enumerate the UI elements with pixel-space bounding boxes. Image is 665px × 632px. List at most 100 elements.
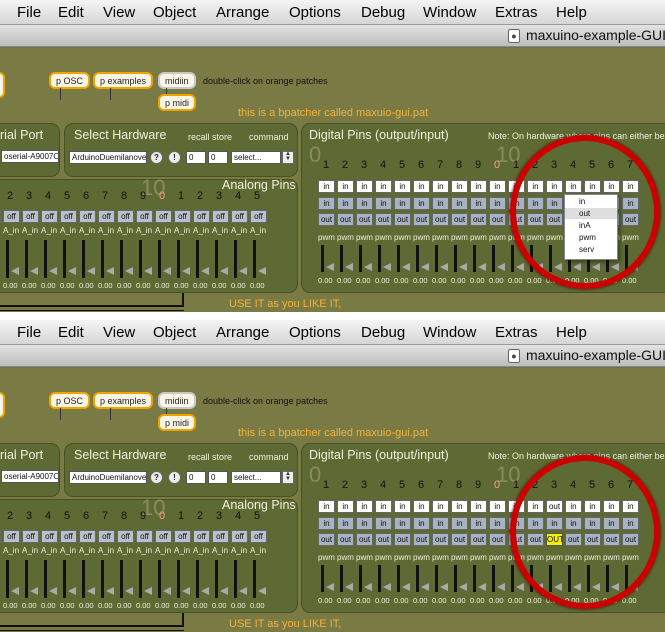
analog-slider[interactable] [82, 240, 85, 278]
pwm-slider[interactable] [473, 565, 476, 592]
pwm-slider-knob[interactable] [497, 583, 505, 591]
analog-slider[interactable] [120, 240, 123, 278]
analog-off-toggle[interactable]: off [155, 210, 172, 223]
pwm-slider[interactable] [454, 565, 457, 592]
digital-out-button[interactable]: out [432, 533, 449, 546]
menu-options[interactable]: Options [289, 324, 341, 341]
analog-off-toggle[interactable]: off [3, 210, 20, 223]
pwm-slider[interactable] [492, 565, 495, 592]
digital-in-button[interactable]: in [489, 517, 506, 530]
analog-slider-knob[interactable] [144, 267, 152, 275]
digital-out-button[interactable]: out [356, 213, 373, 226]
analog-slider-knob[interactable] [201, 587, 209, 595]
digital-in-button[interactable]: in [375, 517, 392, 530]
bang-button[interactable]: ! [168, 151, 181, 164]
pwm-slider[interactable] [416, 565, 419, 592]
digital-out-button[interactable]: out [375, 533, 392, 546]
digital-in-button[interactable]: in [375, 197, 392, 210]
analog-slider[interactable] [158, 560, 161, 598]
analog-slider[interactable] [253, 560, 256, 598]
menu-arrow-icon[interactable]: ▲ ▼ [282, 471, 294, 484]
pwm-slider-knob[interactable] [383, 583, 391, 591]
pwm-slider[interactable] [397, 565, 400, 592]
menu-object[interactable]: Object [153, 4, 196, 21]
digital-in-button[interactable]: in [318, 197, 335, 210]
analog-slider-knob[interactable] [68, 267, 76, 275]
digital-out-button[interactable]: out [489, 213, 506, 226]
analog-slider[interactable] [120, 560, 123, 598]
pwm-slider-knob[interactable] [383, 263, 391, 271]
menu-extras[interactable]: Extras [495, 4, 538, 21]
examples-patch[interactable]: p examples [93, 72, 154, 89]
analog-off-toggle[interactable]: off [3, 530, 20, 543]
store-number[interactable]: 0 [208, 151, 228, 164]
analog-slider[interactable] [6, 240, 9, 278]
pwm-slider-knob[interactable] [459, 583, 467, 591]
analog-off-toggle[interactable]: off [212, 530, 229, 543]
analog-off-toggle[interactable]: off [231, 530, 248, 543]
analog-off-toggle[interactable]: off [60, 530, 77, 543]
pwm-slider[interactable] [492, 245, 495, 272]
recall-number[interactable]: 0 [186, 151, 206, 164]
cropped-patch[interactable] [0, 72, 5, 98]
digital-out-button[interactable]: out [432, 213, 449, 226]
pwm-slider-knob[interactable] [326, 263, 334, 271]
analog-slider[interactable] [139, 240, 142, 278]
analog-slider[interactable] [6, 560, 9, 598]
analog-slider[interactable] [44, 560, 47, 598]
command-menu[interactable]: select... [231, 151, 281, 164]
digital-in-button[interactable]: in [337, 517, 354, 530]
digital-out-button[interactable]: out [451, 533, 468, 546]
analog-slider[interactable] [215, 240, 218, 278]
digital-out-button[interactable]: out [318, 533, 335, 546]
pwm-slider[interactable] [359, 245, 362, 272]
pwm-slider[interactable] [378, 245, 381, 272]
analog-off-toggle[interactable]: off [174, 210, 191, 223]
menu-debug[interactable]: Debug [361, 4, 405, 21]
analog-slider-knob[interactable] [258, 267, 266, 275]
pwm-slider-knob[interactable] [326, 583, 334, 591]
analog-off-toggle[interactable]: off [98, 210, 115, 223]
analog-slider[interactable] [253, 240, 256, 278]
analog-slider[interactable] [158, 240, 161, 278]
analog-slider-knob[interactable] [258, 587, 266, 595]
menu-extras[interactable]: Extras [495, 324, 538, 341]
pwm-slider-knob[interactable] [364, 583, 372, 591]
menu-file[interactable]: File [17, 4, 41, 21]
menu-help[interactable]: Help [556, 324, 587, 341]
analog-off-toggle[interactable]: off [250, 530, 267, 543]
analog-off-toggle[interactable]: off [22, 530, 39, 543]
digital-in-button[interactable]: in [470, 197, 487, 210]
pwm-slider-knob[interactable] [516, 583, 524, 591]
pwm-slider-knob[interactable] [478, 263, 486, 271]
digital-out-button[interactable]: out [489, 533, 506, 546]
digital-in-button[interactable]: in [413, 517, 430, 530]
recall-number[interactable]: 0 [186, 471, 206, 484]
menu-arrange[interactable]: Arrange [216, 324, 269, 341]
pwm-slider-knob[interactable] [516, 263, 524, 271]
analog-off-toggle[interactable]: off [98, 530, 115, 543]
pwm-slider-knob[interactable] [345, 583, 353, 591]
analog-off-toggle[interactable]: off [79, 530, 96, 543]
digital-out-button[interactable]: out [394, 533, 411, 546]
analog-off-toggle[interactable]: off [212, 210, 229, 223]
cropped-patch[interactable] [0, 392, 5, 418]
analog-off-toggle[interactable]: off [41, 530, 58, 543]
pwm-slider-knob[interactable] [364, 263, 372, 271]
analog-off-toggle[interactable]: off [41, 210, 58, 223]
analog-slider-knob[interactable] [11, 267, 19, 275]
menu-view[interactable]: View [103, 324, 135, 341]
analog-slider-knob[interactable] [182, 267, 190, 275]
digital-in-button[interactable]: in [413, 197, 430, 210]
analog-off-toggle[interactable]: off [155, 530, 172, 543]
analog-slider-knob[interactable] [220, 587, 228, 595]
analog-off-toggle[interactable]: off [250, 210, 267, 223]
analog-slider-knob[interactable] [125, 267, 133, 275]
examples-patch[interactable]: p examples [93, 392, 154, 409]
pwm-slider-knob[interactable] [440, 263, 448, 271]
digital-in-button[interactable]: in [451, 197, 468, 210]
analog-slider-knob[interactable] [30, 267, 38, 275]
pwm-slider[interactable] [321, 565, 324, 592]
store-number[interactable]: 0 [208, 471, 228, 484]
digital-out-button[interactable]: out [470, 533, 487, 546]
